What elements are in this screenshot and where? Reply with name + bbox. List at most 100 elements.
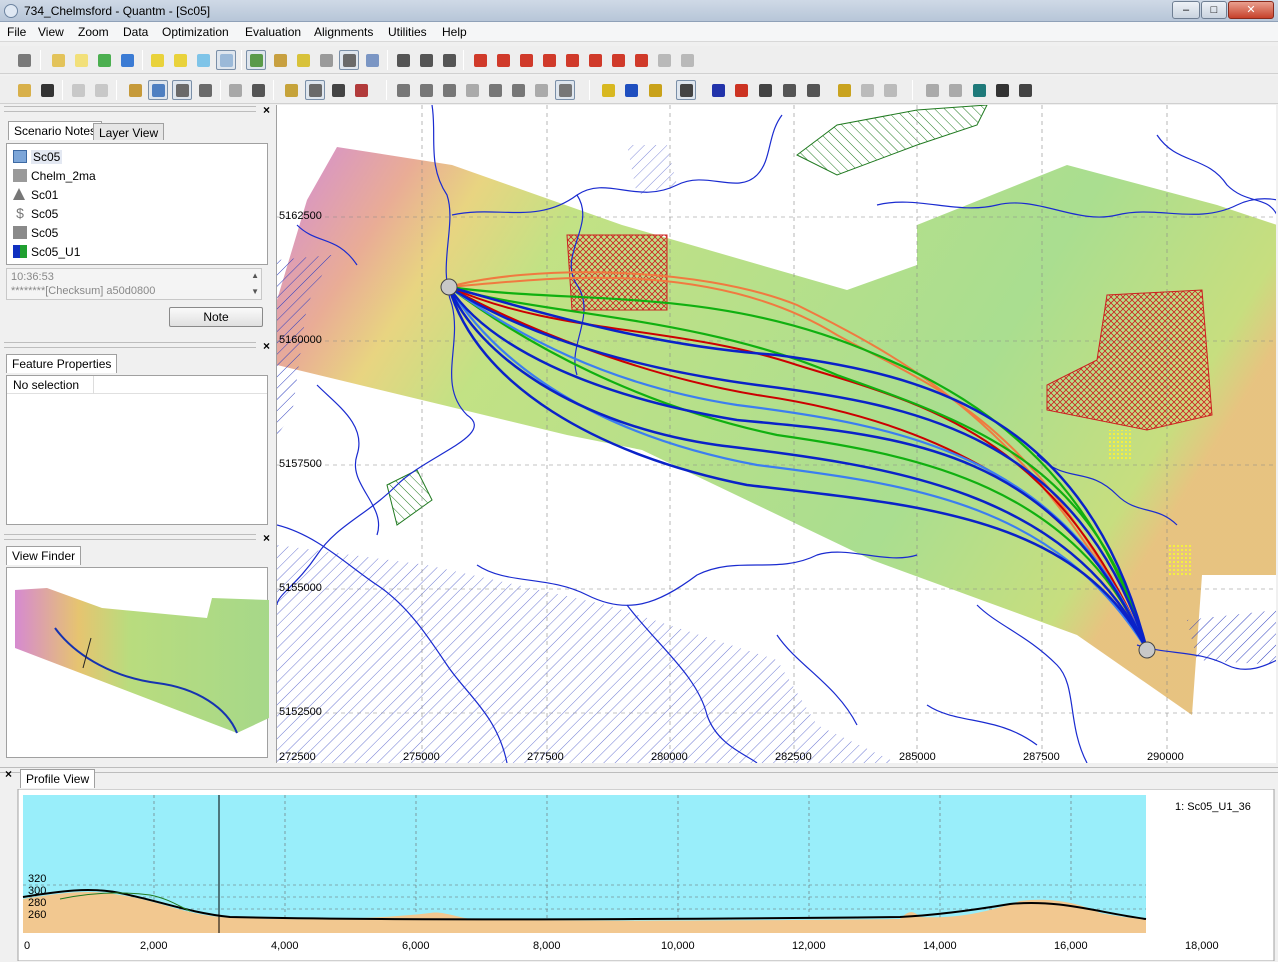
save-button[interactable]	[37, 80, 57, 100]
menu-evaluation[interactable]: Evaluation	[245, 25, 301, 39]
tool-back-button[interactable]	[147, 50, 167, 70]
tool-layers-button[interactable]	[14, 50, 34, 70]
tool-chart-button[interactable]	[216, 50, 236, 70]
gray-a-button[interactable]	[922, 80, 942, 100]
tool-red5-button[interactable]	[562, 50, 582, 70]
star-button[interactable]	[708, 80, 728, 100]
zoom-extent-button[interactable]	[555, 80, 575, 100]
tab-feature-properties[interactable]: Feature Properties	[6, 354, 118, 373]
export-button[interactable]	[1015, 80, 1035, 100]
tool-red8-button[interactable]	[631, 50, 651, 70]
maximize-button[interactable]: □	[1201, 1, 1227, 19]
tab-layer-view[interactable]: Layer View	[93, 123, 165, 140]
tool-line-button[interactable]	[339, 50, 359, 70]
select-button[interactable]	[676, 80, 696, 100]
tool-gray2-button[interactable]	[677, 50, 697, 70]
tool-route-button[interactable]	[246, 50, 266, 70]
zoom-in-button[interactable]	[416, 80, 436, 100]
tab-view-finder[interactable]: View Finder	[6, 546, 82, 565]
tool-red4-button[interactable]	[539, 50, 559, 70]
menu-utilities[interactable]: Utilities	[388, 25, 427, 39]
tool-check-button[interactable]	[193, 50, 213, 70]
tool-forward-button[interactable]	[170, 50, 190, 70]
color-button[interactable]	[969, 80, 989, 100]
tool-wave-button[interactable]	[439, 50, 459, 70]
viewfinder-panel-close-icon[interactable]: ×	[263, 531, 270, 545]
redo-button[interactable]	[91, 80, 111, 100]
scroll-up-icon[interactable]: ▲	[251, 271, 259, 280]
tool-red2-button[interactable]	[493, 50, 513, 70]
tool-merge-button[interactable]	[94, 50, 114, 70]
lock-button[interactable]	[834, 80, 854, 100]
properties-view-button[interactable]	[195, 80, 215, 100]
eye-button[interactable]	[248, 80, 268, 100]
profile-y-tick: 300	[28, 885, 46, 897]
view-finder-map[interactable]	[6, 567, 269, 758]
y-coord-label: 5160000	[279, 334, 322, 346]
tool-red1-button[interactable]	[470, 50, 490, 70]
info-button[interactable]	[328, 80, 348, 100]
feature-panel-close-icon[interactable]: ×	[263, 339, 270, 353]
zoom-window-button[interactable]	[462, 80, 482, 100]
note-text-area[interactable]: 10:36:53 ********[Checksum] a50d0800 ▲ ▼	[6, 268, 262, 300]
undo-button[interactable]	[68, 80, 88, 100]
tool-edit-button[interactable]	[48, 50, 68, 70]
close-button[interactable]: ✕	[1228, 1, 1274, 19]
zoom-fit-button[interactable]	[393, 80, 413, 100]
map-view[interactable]: 5162500 5160000 5157500 5155000 5152500 …	[276, 105, 1276, 763]
zoom-out-button[interactable]	[439, 80, 459, 100]
tool-data-button[interactable]	[71, 50, 91, 70]
menu-file[interactable]: File	[7, 25, 26, 39]
tab-scenario-notes[interactable]: Scenario Notes	[8, 121, 103, 140]
tool-split-button[interactable]	[316, 50, 336, 70]
alignment-button[interactable]	[598, 80, 618, 100]
edit-gray-icon	[861, 84, 874, 97]
tool-draw-button[interactable]	[293, 50, 313, 70]
legend-button[interactable]	[281, 80, 301, 100]
zoom-next-button[interactable]	[531, 80, 551, 100]
tool-curve-button[interactable]	[362, 50, 382, 70]
tool-red7-button[interactable]	[608, 50, 628, 70]
route-start-node[interactable]	[440, 278, 458, 296]
junction-button[interactable]	[645, 80, 665, 100]
cost-button[interactable]	[621, 80, 641, 100]
measure-button[interactable]	[225, 80, 245, 100]
tool-red6-button[interactable]	[585, 50, 605, 70]
tool-gray1-button[interactable]	[654, 50, 674, 70]
tool-node-button[interactable]	[393, 50, 413, 70]
menu-data[interactable]: Data	[123, 25, 148, 39]
scenario-panel-close-icon[interactable]: ×	[263, 103, 270, 117]
tab-profile-view[interactable]: Profile View	[20, 769, 96, 788]
pan-button[interactable]	[485, 80, 505, 100]
layers-view-button[interactable]	[148, 80, 168, 100]
rectangle-button[interactable]	[803, 80, 823, 100]
edit-gray-button[interactable]	[857, 80, 877, 100]
camera-button[interactable]	[992, 80, 1012, 100]
scroll-down-icon[interactable]: ▼	[251, 287, 259, 296]
tool-node2-button[interactable]	[416, 50, 436, 70]
grid-button[interactable]	[305, 80, 325, 100]
menu-optimization[interactable]: Optimization	[162, 25, 229, 39]
edit-gray2-button[interactable]	[880, 80, 900, 100]
tool-route2-button[interactable]	[270, 50, 290, 70]
profile-x-tick: 14,000	[923, 940, 957, 952]
polygon-button[interactable]	[779, 80, 799, 100]
data-view-button[interactable]	[125, 80, 145, 100]
tool-red3-button[interactable]	[516, 50, 536, 70]
profile-close-icon[interactable]: ×	[5, 767, 12, 781]
tool-save-data-button[interactable]	[117, 50, 137, 70]
open-button[interactable]	[14, 80, 34, 100]
minimize-button[interactable]: –	[1172, 1, 1200, 19]
note-button[interactable]: Note	[169, 307, 263, 327]
profile-button[interactable]	[351, 80, 371, 100]
zoom-previous-button[interactable]	[508, 80, 528, 100]
gray-b-button[interactable]	[945, 80, 965, 100]
menu-zoom[interactable]: Zoom	[78, 25, 109, 39]
menu-alignments[interactable]: Alignments	[314, 25, 373, 39]
menu-help[interactable]: Help	[442, 25, 467, 39]
polyline-button[interactable]	[755, 80, 775, 100]
menu-view[interactable]: View	[38, 25, 64, 39]
notes-view-button[interactable]	[172, 80, 192, 100]
target-button[interactable]	[731, 80, 751, 100]
route-end-node[interactable]	[1138, 641, 1156, 659]
